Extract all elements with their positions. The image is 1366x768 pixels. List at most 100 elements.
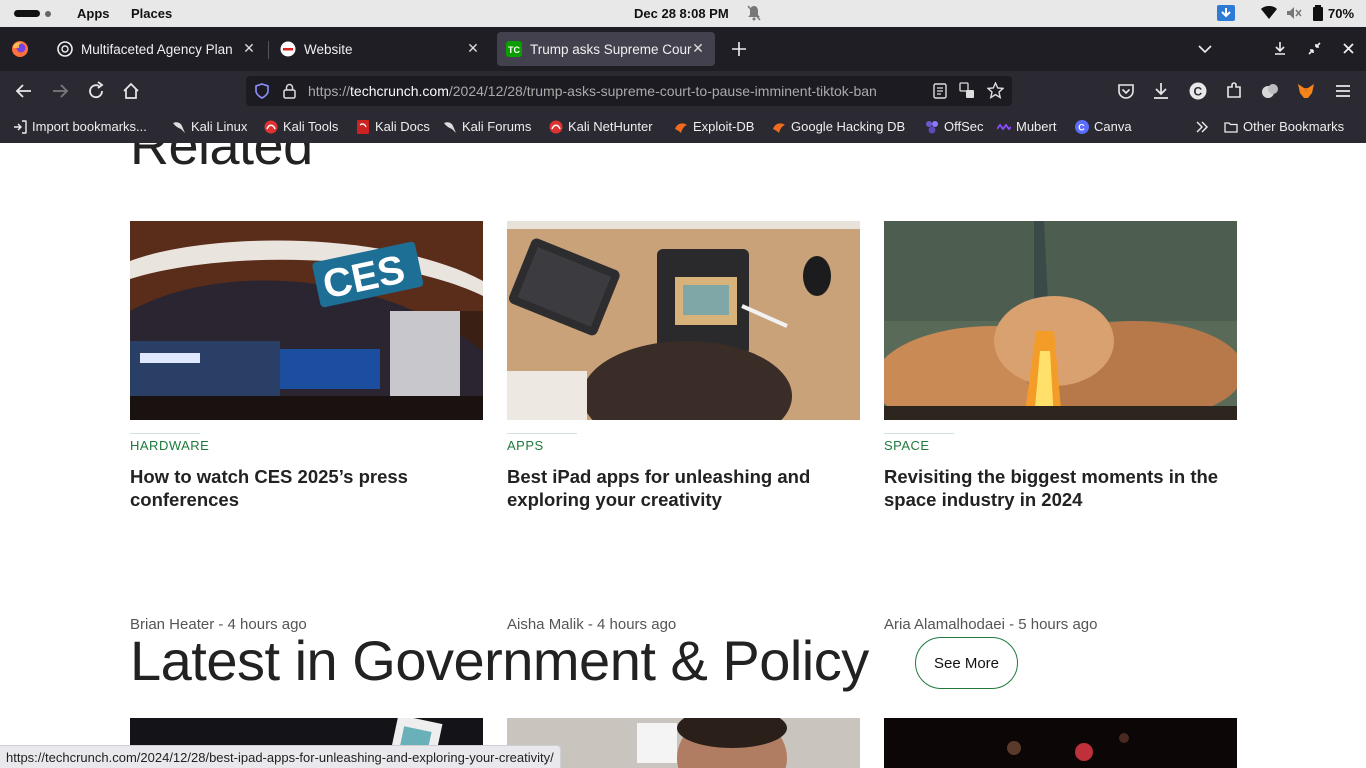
close-icon[interactable]: ✕	[691, 41, 705, 55]
exploit-db-icon	[773, 122, 785, 133]
bookmarks-toolbar: Import bookmarks... Kali Linux Kali Tool…	[0, 111, 1366, 143]
bookmark-exploit-db[interactable]: Exploit-DB	[674, 119, 754, 134]
category-divider	[884, 433, 954, 434]
bookmark-kali-tools[interactable]: Kali Tools	[264, 119, 338, 134]
lock-icon[interactable]	[283, 83, 296, 99]
chatgpt-icon	[57, 41, 73, 57]
latest-section-title: Latest in Government & Policy	[130, 629, 869, 692]
bookmark-kali-docs[interactable]: Kali Docs	[356, 119, 430, 134]
url-text[interactable]: https://techcrunch.com/2024/12/28/trump-…	[308, 83, 920, 99]
kali-tools-icon	[264, 120, 278, 133]
places-menu[interactable]: Places	[131, 6, 172, 21]
category-divider	[507, 433, 577, 434]
folder-icon	[1224, 121, 1238, 133]
metamask-fox-icon[interactable]	[1296, 81, 1316, 101]
article-image-rocket-launch[interactable]	[884, 221, 1237, 420]
battery-icon[interactable]	[1312, 5, 1324, 21]
article-card-ipad-apps[interactable]: APPS Best iPad apps for unleashing and e…	[507, 221, 860, 633]
techcrunch-icon: TC	[506, 41, 522, 57]
os-top-bar: Apps Places Dec 28 8:08 PM 70%	[0, 0, 1366, 27]
close-icon[interactable]: ✕	[242, 41, 256, 55]
new-tab-icon[interactable]	[732, 42, 746, 56]
canva-icon: C	[1075, 119, 1089, 134]
tracking-protection-shield-icon[interactable]	[254, 83, 270, 99]
bookmark-import[interactable]: Import bookmarks...	[13, 119, 147, 134]
offsec-icon	[926, 120, 938, 133]
tab-strip: Multifaceted Agency Plan ✕ Website ✕ TC …	[0, 27, 1366, 71]
close-icon[interactable]: ✕	[466, 41, 480, 55]
tab-title: Website	[304, 41, 353, 57]
bookmark-star-icon[interactable]	[987, 82, 1004, 99]
article-byline: Aria Alamalhodaei - 5 hours ago	[884, 616, 1098, 633]
downloads-icon[interactable]	[1151, 81, 1171, 101]
home-icon[interactable]	[121, 81, 141, 101]
minimize-window-icon[interactable]	[1274, 42, 1286, 55]
bookmark-mubert[interactable]: Mubert	[997, 119, 1056, 134]
tab-website[interactable]: Website ✕	[272, 32, 490, 66]
notifications-muted-icon	[747, 5, 761, 21]
article-headline[interactable]: Revisiting the biggest moments in the sp…	[884, 465, 1237, 511]
url-bar[interactable]: https://techcrunch.com/2024/12/28/trump-…	[246, 76, 1012, 106]
svg-text:C: C	[1194, 85, 1203, 99]
bookmark-other-bookmarks[interactable]: Other Bookmarks	[1224, 119, 1344, 134]
workspace-dot	[45, 11, 51, 17]
article-category[interactable]: APPS	[507, 438, 544, 453]
more-bookmarks-chevron-icon[interactable]	[1195, 120, 1209, 134]
status-link-preview: https://techcrunch.com/2024/12/28/best-i…	[0, 745, 561, 768]
close-window-icon[interactable]	[1343, 43, 1354, 54]
article-image-ipad[interactable]	[507, 221, 860, 420]
bookmark-kali-nethunter[interactable]: Kali NetHunter	[549, 119, 653, 134]
bookmark-kali-forums[interactable]: Kali Forums	[443, 119, 531, 134]
volume-muted-icon[interactable]	[1286, 5, 1302, 21]
tab-multifaceted-agency-plan[interactable]: Multifaceted Agency Plan ✕	[48, 32, 266, 66]
bookmark-canva[interactable]: C Canva	[1075, 119, 1132, 134]
article-image-ces[interactable]: CES	[130, 221, 483, 420]
restore-window-icon[interactable]	[1308, 42, 1321, 55]
tab-title: Multifaceted Agency Plan	[81, 41, 233, 57]
hamburger-menu-icon[interactable]	[1333, 81, 1353, 101]
bookmark-offsec[interactable]: OffSec	[925, 119, 984, 134]
svg-text:C: C	[1078, 122, 1085, 132]
tab-trump-asks-supreme-court[interactable]: TC Trump asks Supreme Cour ✕	[497, 32, 715, 66]
reader-view-icon[interactable]	[933, 83, 947, 99]
article-category[interactable]: HARDWARE	[130, 438, 209, 453]
battery-percentage: 70%	[1328, 6, 1355, 21]
firefox-icon[interactable]	[11, 40, 29, 58]
forward-arrow-icon[interactable]	[50, 81, 70, 101]
article-image-latest-3[interactable]	[884, 718, 1237, 768]
extensions-puzzle-icon[interactable]	[1224, 81, 1244, 101]
page-content: Related CES HARDWARE How to watch CES 20…	[0, 143, 1366, 768]
clock[interactable]: Dec 28 8:08 PM	[634, 6, 729, 21]
website-icon	[280, 41, 296, 57]
kali-dragon-icon	[444, 121, 456, 133]
mubert-wave-icon	[997, 123, 1011, 130]
back-arrow-icon[interactable]	[14, 81, 34, 101]
bookmark-kali-linux[interactable]: Kali Linux	[172, 119, 247, 134]
related-section-title: Related	[130, 143, 313, 176]
pocket-icon[interactable]	[1116, 81, 1136, 101]
tab-title: Trump asks Supreme Cour	[530, 41, 692, 57]
article-headline[interactable]: How to watch CES 2025’s press conference…	[130, 465, 483, 511]
article-card-ces[interactable]: CES HARDWARE How to watch CES 2025’s pre…	[130, 221, 483, 633]
article-category[interactable]: SPACE	[884, 438, 930, 453]
exploit-db-icon	[675, 122, 687, 133]
download-indicator-icon[interactable]	[1217, 5, 1235, 21]
translate-icon[interactable]	[959, 82, 975, 99]
apps-menu[interactable]: Apps	[77, 6, 110, 21]
svg-text:TC: TC	[508, 45, 520, 55]
reload-icon[interactable]	[86, 81, 106, 101]
see-more-button[interactable]: See More	[915, 637, 1018, 689]
import-icon	[14, 119, 27, 134]
category-divider	[130, 433, 200, 434]
article-headline[interactable]: Best iPad apps for unleashing and explor…	[507, 465, 860, 511]
kali-nethunter-icon	[549, 120, 563, 133]
article-card-space-2024[interactable]: SPACE Revisiting the biggest moments in …	[884, 221, 1237, 633]
wifi-icon[interactable]	[1261, 5, 1277, 21]
kali-docs-icon	[357, 119, 369, 134]
extension-c-icon[interactable]: C	[1188, 81, 1208, 101]
activities-indicator[interactable]	[14, 10, 40, 17]
bookmark-google-hacking-db[interactable]: Google Hacking DB	[772, 119, 905, 134]
kali-dragon-icon	[173, 121, 185, 133]
extension-blob-icon[interactable]	[1260, 81, 1280, 101]
list-all-tabs-chevron-down-icon[interactable]	[1198, 44, 1212, 54]
